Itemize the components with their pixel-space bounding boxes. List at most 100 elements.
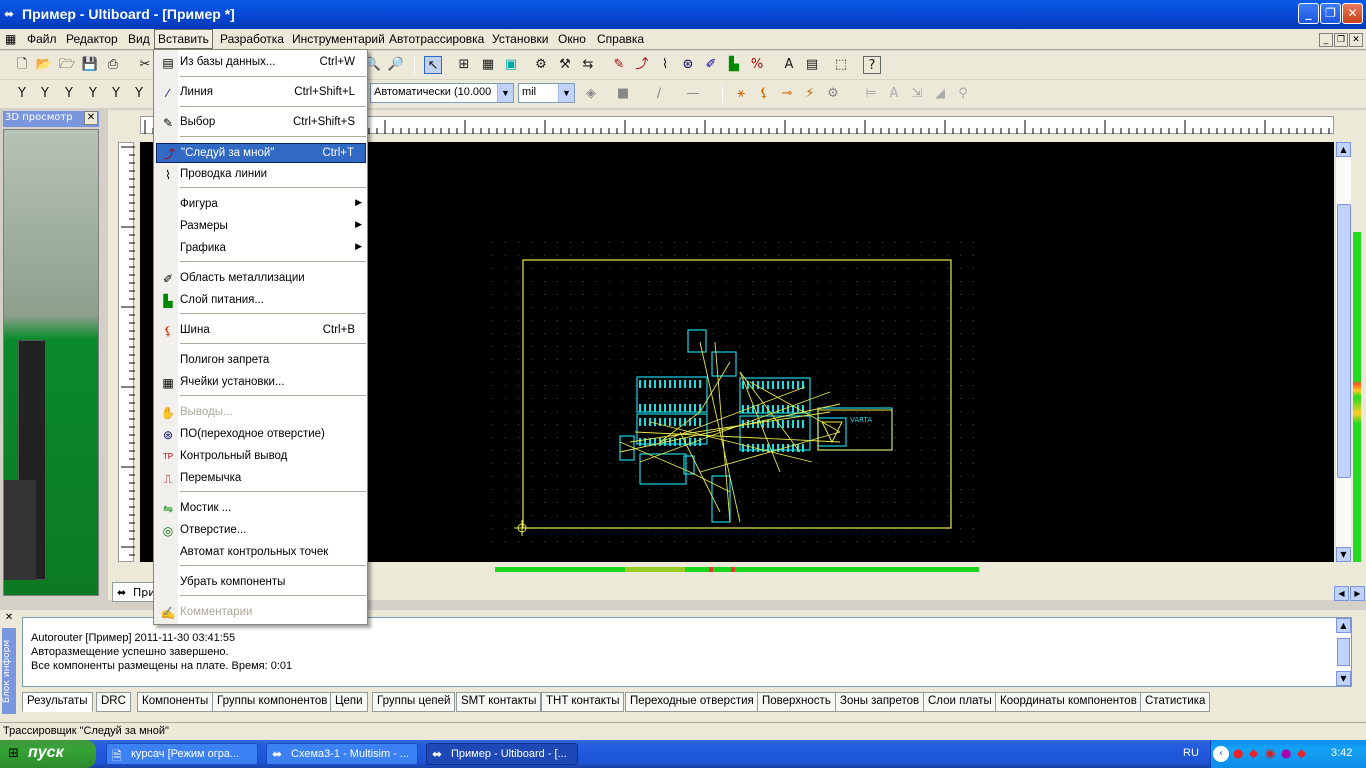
log-scroll-thumb[interactable] <box>1337 638 1350 666</box>
route-1-icon[interactable]: ⚹ <box>732 85 750 103</box>
tab-statistics[interactable]: Статистика <box>1140 692 1211 712</box>
zoom-area-icon[interactable]: 🔎 <box>387 56 405 74</box>
align-5-icon[interactable]: ⚲ <box>954 85 972 103</box>
tray-app-1-icon[interactable]: ● <box>1233 746 1243 760</box>
chevron-down-icon[interactable]: ▼ <box>497 84 513 102</box>
tab-tht-pads[interactable]: THT контакты <box>541 692 625 712</box>
print-icon[interactable]: ⎙ <box>104 56 122 74</box>
insert-menu-item[interactable]: ⊛ ПО(переходное отверстие) <box>156 425 366 445</box>
design-toolbox-icon[interactable]: ⊞ <box>455 56 473 74</box>
menu-view[interactable]: Вид <box>128 32 150 46</box>
insert-menu-item[interactable]: ✎ Выбор Ctrl+Shift+S <box>156 113 366 133</box>
insert-menu-item[interactable]: Полигон запрета <box>156 351 366 371</box>
insert-menu-item[interactable]: ✐ Область металлизации <box>156 269 366 289</box>
follow-me-tool-icon[interactable]: ⤴ <box>633 56 651 74</box>
app-icon[interactable]: ⬌ <box>4 7 18 21</box>
tray-app-3-icon[interactable]: ◉ <box>1265 746 1275 760</box>
close-button[interactable]: ✕ <box>1342 3 1363 24</box>
insert-menu-item[interactable]: ◎ Отверстие... <box>156 521 366 541</box>
insert-menu-item[interactable]: Графика ▶ <box>156 239 366 259</box>
tray-app-5-icon[interactable]: ◆ <box>1297 746 1306 760</box>
tab-scroll-right-icon[interactable]: ▶ <box>1350 586 1365 601</box>
insert-menu-item[interactable]: Убрать компоненты <box>156 573 366 593</box>
output-close-icon[interactable]: ✕ <box>2 612 16 626</box>
taskbar-item-multisim[interactable]: ⬌ Схема3-1 - Multisim - ... <box>266 743 418 765</box>
route-4-icon[interactable]: ⚡ <box>801 85 819 103</box>
tab-keepout-zones[interactable]: Зоны запретов <box>835 692 925 712</box>
tab-nets[interactable]: Цепи <box>330 692 368 712</box>
footprint-icon[interactable]: ⚒ <box>556 56 574 74</box>
tab-scroll-left-icon[interactable]: ◀ <box>1334 586 1349 601</box>
filter-1-icon[interactable]: Y <box>13 85 31 103</box>
title-bar[interactable]: ⬌ Пример - Ultiboard - [Пример *] _ ❐ ✕ <box>0 0 1366 29</box>
menu-insert[interactable]: Вставить <box>154 29 213 49</box>
menu-autoroute[interactable]: Автотрассировка <box>389 32 484 46</box>
text-tool-icon[interactable]: A <box>780 56 798 74</box>
menu-file[interactable]: Файл <box>27 32 57 46</box>
line-width-icon[interactable]: — <box>684 85 702 103</box>
tab-components[interactable]: Компоненты <box>137 692 214 712</box>
open-folder-icon[interactable]: 🗁 <box>58 56 76 74</box>
grid-size-combo[interactable]: Автоматически (10.000 ▼ <box>370 83 514 103</box>
line-style-icon[interactable]: ∕ <box>650 85 668 103</box>
log-scroll-down-icon[interactable]: ▼ <box>1336 671 1351 686</box>
taskbar-item-ultiboard[interactable]: ⬌ Пример - Ultiboard - [... <box>426 743 578 765</box>
insert-menu-item[interactable]: ∕ Линия Ctrl+Shift+L <box>156 83 366 103</box>
doc-system-icon[interactable]: ▦ <box>5 32 16 46</box>
menu-help[interactable]: Справка <box>597 32 644 46</box>
tray-app-4-icon[interactable]: ● <box>1281 746 1291 760</box>
cut-icon[interactable]: ✂ <box>136 56 154 74</box>
help-icon[interactable]: ? <box>863 56 881 74</box>
tab-vias[interactable]: Переходные отверстия <box>625 692 759 712</box>
filter-5-icon[interactable]: Y <box>107 85 125 103</box>
language-indicator[interactable]: RU <box>1183 747 1199 759</box>
doc-minimize-button[interactable]: _ <box>1319 33 1333 47</box>
tab-board-layers[interactable]: Слои платы <box>923 692 997 712</box>
tab-component-coords[interactable]: Координаты компонентов <box>995 692 1142 712</box>
selection-box-icon[interactable]: ⬚ <box>832 56 850 74</box>
vertical-scrollbar[interactable]: ▲ ▼ <box>1335 142 1351 562</box>
ratsnest-icon[interactable]: % <box>748 56 766 74</box>
filter-4-icon[interactable]: Y <box>84 85 102 103</box>
route-2-icon[interactable]: ⚸ <box>755 85 773 103</box>
chevron-down-icon[interactable]: ▼ <box>558 84 574 102</box>
select-tool-icon[interactable]: ↖ <box>424 56 442 74</box>
insert-menu-item[interactable]: ⇋ Мостик ... <box>156 499 366 519</box>
taskbar-item-word[interactable]: 🗎 курсач [Режим огра... <box>106 743 258 765</box>
tab-smt-pads[interactable]: SMT контакты <box>456 692 542 712</box>
tray-expand-icon[interactable]: ‹ <box>1213 746 1229 762</box>
insert-menu-item[interactable]: ⎍ Перемычка <box>156 469 366 489</box>
insert-menu-item[interactable]: ▤ Из базы данных... Ctrl+W <box>156 53 366 73</box>
menu-design[interactable]: Разработка <box>220 32 284 46</box>
insert-menu-item[interactable]: ⚸ Шина Ctrl+B <box>156 321 366 341</box>
doc-restore-button[interactable]: ❐ <box>1334 33 1348 47</box>
fill-pattern-icon[interactable]: ■ <box>614 85 632 103</box>
panel-3d-close-icon[interactable]: ✕ <box>84 111 98 125</box>
attribute-icon[interactable]: ▤ <box>803 56 821 74</box>
via-tool-icon[interactable]: ⊛ <box>679 56 697 74</box>
output-log[interactable]: Autorouter [Пример] 2011-11-30 03:41:55 … <box>22 617 1352 687</box>
scroll-thumb[interactable] <box>1337 204 1351 478</box>
align-4-icon[interactable]: ◢ <box>931 85 949 103</box>
new-file-icon[interactable]: 🗋 <box>13 56 31 74</box>
line-tool-icon[interactable]: ✎ <box>610 56 628 74</box>
swap-icon[interactable]: ⇆ <box>579 56 597 74</box>
power-plane-tool-icon[interactable]: ▙ <box>725 56 743 74</box>
document-tab[interactable]: ⬌ При <box>112 582 156 602</box>
tab-component-groups[interactable]: Группы компонентов <box>212 692 333 712</box>
insert-menu-item[interactable]: Фигура ▶ <box>156 195 366 215</box>
tab-net-groups[interactable]: Группы цепей <box>372 692 456 712</box>
align-3-icon[interactable]: ⇲ <box>908 85 926 103</box>
clock[interactable]: 3:42 <box>1331 747 1352 759</box>
filter-6-icon[interactable]: Y <box>130 85 148 103</box>
insert-menu-item[interactable]: Автомат контрольных точек <box>156 543 366 563</box>
minimize-button[interactable]: _ <box>1298 3 1319 24</box>
doc-close-button[interactable]: ✕ <box>1349 33 1363 47</box>
grid-icon[interactable]: ▦ <box>479 56 497 74</box>
insert-menu-item[interactable]: ⤴ "Следуй за мной" Ctrl+T <box>156 143 366 163</box>
open-icon[interactable]: 📂 <box>35 56 53 74</box>
filter-2-icon[interactable]: Y <box>36 85 54 103</box>
insert-menu-item[interactable]: ▦ Ячейки установки... <box>156 373 366 393</box>
tray-app-2-icon[interactable]: ◆ <box>1249 746 1258 760</box>
scroll-down-icon[interactable]: ▼ <box>1336 547 1351 562</box>
